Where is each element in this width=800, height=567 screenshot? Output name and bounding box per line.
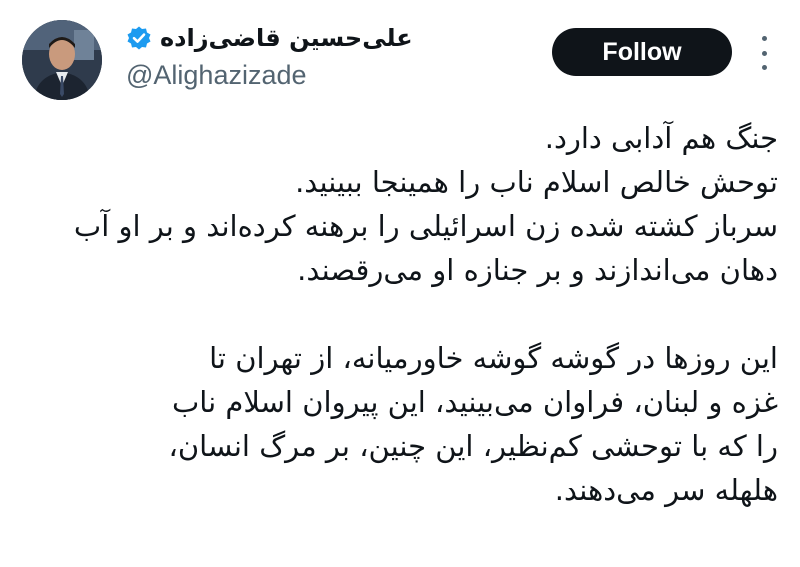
tweet-line: سرباز کشته شده زن اسرائیلی را برهنه کرده…	[73, 209, 778, 243]
avatar-photo	[22, 20, 102, 100]
tweet-line: این روزها در گوشه گوشه خاورمیانه، از تهر…	[209, 341, 778, 375]
follow-button[interactable]: Follow	[552, 28, 732, 76]
tweet-line: توحش خالص اسلام ناب را همینجا ببینید.	[295, 165, 778, 199]
tweet-line: غزه و لبنان، فراوان می‌بینید، این پیروان…	[171, 385, 778, 419]
tweet-text: جنگ هم آدابی دارد. توحش خالص اسلام ناب ر…	[24, 116, 778, 512]
name-row: علی‌حسین قاضی‌زاده	[126, 18, 413, 58]
tweet-line: هلهله سر می‌دهند.	[554, 473, 778, 507]
more-options-icon[interactable]	[752, 36, 776, 70]
tweet-line: دهان می‌اندازند و بر جنازه او می‌رقصند.	[297, 253, 778, 287]
more-dot	[761, 36, 767, 41]
tweet-line: جنگ هم آدابی دارد.	[544, 121, 778, 155]
tweet-header: علی‌حسین قاضی‌زاده @Alighazizade Follow	[0, 0, 800, 110]
more-dot	[761, 50, 767, 56]
avatar[interactable]	[22, 20, 102, 100]
display-name[interactable]: علی‌حسین قاضی‌زاده	[160, 24, 413, 52]
user-handle[interactable]: @Alighazizade	[126, 60, 307, 91]
verified-badge-icon	[126, 25, 152, 51]
more-dot	[761, 65, 767, 70]
tweet-line: را که با توحشی کم‌نظیر، این چنین، بر مرگ…	[168, 429, 778, 463]
